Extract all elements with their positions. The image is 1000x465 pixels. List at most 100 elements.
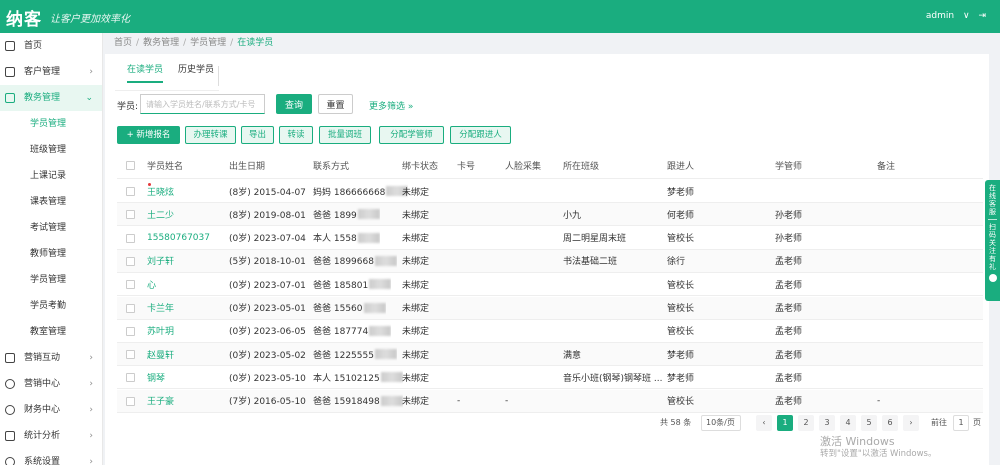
sidebar-item-7[interactable]: 系统设置 › xyxy=(0,449,102,465)
sidebar-item-0[interactable]: 首页 xyxy=(0,33,102,59)
user-menu[interactable]: admin ∨ ⇥ xyxy=(920,11,986,21)
cell-name[interactable]: 心 xyxy=(147,278,156,291)
page-6-button[interactable]: 6 xyxy=(882,415,898,431)
tab-current-students[interactable]: 在读学员 xyxy=(127,62,164,83)
cell-bind: 未绑定 xyxy=(402,234,430,245)
follow-gift-label[interactable]: 扫码关注有礼 xyxy=(985,223,1000,271)
cell[interactable]: 赵曼轩 xyxy=(147,343,174,365)
table-row[interactable]: 钢琴 (0岁) 2023-05-10 本人 15102125 未绑定 音乐小班(钢琴)钢… xyxy=(117,366,983,390)
cell-name[interactable]: 苏叶玥 xyxy=(147,324,174,337)
sidebar-subitem-5[interactable]: 教师管理 xyxy=(0,241,102,267)
table-row[interactable]: 心 (0岁) 2023-07-01 爸爸 185801 未绑定 管校长 孟老师 xyxy=(117,273,983,297)
cell[interactable]: 15580767037 xyxy=(147,227,210,249)
username[interactable]: admin xyxy=(926,11,954,21)
page-4-button[interactable]: 4 xyxy=(840,415,856,431)
cell-name[interactable]: 刘子轩 xyxy=(147,254,174,267)
add-enrollment-button[interactable]: + 新增报名 xyxy=(117,126,180,144)
cell-class: 周二明星周末班 xyxy=(563,234,627,245)
cell[interactable]: 心 xyxy=(147,273,156,295)
row-checkbox[interactable] xyxy=(126,350,135,360)
cell[interactable]: 土二少 xyxy=(147,203,174,225)
cell[interactable]: 苏叶玥 xyxy=(147,320,174,342)
batch-class-button[interactable]: 批量调班 xyxy=(319,126,371,144)
online-service-label[interactable]: 在线客服 xyxy=(985,184,1000,216)
row-checkbox[interactable] xyxy=(126,210,135,220)
sidebar-subitem-1[interactable]: 班级管理 xyxy=(0,137,102,163)
column-header: 绑卡状态 xyxy=(402,161,439,172)
export-button[interactable]: 导出 xyxy=(241,126,274,144)
sidebar-subitem-6[interactable]: 学员管理 xyxy=(0,267,102,293)
cell[interactable]: 钢琴 xyxy=(147,366,165,388)
exit-icon[interactable]: ⇥ xyxy=(978,11,986,21)
more-filter-link[interactable]: 更多筛选 » xyxy=(369,99,413,112)
table-row[interactable]: 苏叶玥 (0岁) 2023-06-05 爸爸 187774 未绑定 管校长 孟老师 xyxy=(117,320,983,343)
table-row[interactable]: 卡兰年 (0岁) 2023-05-01 爸爸 15560 未绑定 管校长 孟老师 xyxy=(117,296,983,320)
row-checkbox[interactable] xyxy=(126,396,135,406)
row-checkbox[interactable] xyxy=(126,187,135,196)
sidebar-item-4[interactable]: 营销中心 › xyxy=(0,371,102,397)
next-page-button[interactable]: › xyxy=(903,415,919,431)
cell-birth: (8岁) 2015-04-07 xyxy=(229,187,306,198)
table-row[interactable]: 王晓炫 (8岁) 2015-04-07 妈妈 186666668 未绑定 梦老师 xyxy=(117,180,983,203)
cell-name[interactable]: 15580767037 xyxy=(147,233,210,243)
sidebar-subitem-4[interactable]: 考试管理 xyxy=(0,215,102,241)
row-checkbox[interactable] xyxy=(126,256,135,266)
page-5-button[interactable]: 5 xyxy=(861,415,877,431)
cell-name[interactable]: 土二少 xyxy=(147,208,174,221)
row-checkbox[interactable] xyxy=(126,280,135,290)
table-row[interactable]: 王子豪 (7岁) 2016-05-10 爸爸 15918498 未绑定 - - 管校长 孟老师… xyxy=(117,389,983,413)
tab-history-students[interactable]: 历史学员 xyxy=(178,62,214,75)
page-3-button[interactable]: 3 xyxy=(819,415,835,431)
reset-button[interactable]: 重置 xyxy=(318,94,353,114)
query-button[interactable]: 查询 xyxy=(276,94,312,114)
floating-service-panel[interactable]: 在线客服 扫码关注有礼 xyxy=(985,180,1000,301)
breadcrumb-item[interactable]: 首页 xyxy=(114,38,132,48)
cell[interactable]: 王晓炫 xyxy=(147,180,174,202)
page-1-button[interactable]: 1 xyxy=(777,415,793,431)
sidebar-item-2[interactable]: 教务管理 ⌄ xyxy=(0,85,102,111)
row-checkbox[interactable] xyxy=(126,326,135,336)
table-row[interactable]: 15580767037 (0岁) 2023-07-04 本人 1558 未绑定 周二明星… xyxy=(117,227,983,250)
page-2-button[interactable]: 2 xyxy=(798,415,814,431)
sidebar-subitem-0[interactable]: 学员管理 xyxy=(0,111,102,137)
cell: 爸爸 15918498 xyxy=(313,390,403,412)
assign-manager-button[interactable]: 分配学管师 xyxy=(379,126,444,144)
row-checkbox[interactable] xyxy=(126,303,135,313)
transfer-course-button[interactable]: 办理转课 xyxy=(185,126,236,144)
circle-icon[interactable] xyxy=(988,274,997,282)
sidebar-subitem-3[interactable]: 课表管理 xyxy=(0,189,102,215)
prev-page-button[interactable]: ‹ xyxy=(756,415,772,431)
cell[interactable]: 刘子轩 xyxy=(147,250,174,272)
breadcrumb-item[interactable]: 教务管理 xyxy=(143,38,179,48)
sidebar-subitem-8[interactable]: 教室管理 xyxy=(0,319,102,345)
chevron-down-icon[interactable]: ∨ xyxy=(963,11,970,21)
sidebar-item-1[interactable]: 客户管理 › xyxy=(0,59,102,85)
page-jump-input[interactable]: 1 xyxy=(953,415,969,431)
breadcrumb-item[interactable]: 学员管理 xyxy=(190,38,226,48)
cell: 梦老师 xyxy=(667,366,694,388)
transfer-read-button[interactable]: 转读 xyxy=(279,126,313,144)
row-checkbox[interactable] xyxy=(126,233,135,243)
select-all-checkbox[interactable] xyxy=(126,161,135,170)
cell-name[interactable]: 王晓炫 xyxy=(147,185,174,198)
cell-name[interactable]: 钢琴 xyxy=(147,371,165,384)
assign-follower-button[interactable]: 分配跟进人 xyxy=(450,126,511,144)
cell[interactable]: 卡兰年 xyxy=(147,297,174,319)
table-row[interactable]: 土二少 (8岁) 2019-08-01 爸爸 1899 未绑定 小九 何老师 孙老师 xyxy=(117,203,983,227)
sidebar-subitem-7[interactable]: 学员考勤 xyxy=(0,293,102,319)
redacted-blur xyxy=(374,255,397,266)
row-checkbox[interactable] xyxy=(126,373,135,383)
sidebar-item-5[interactable]: 财务中心 › xyxy=(0,397,102,423)
cell-name[interactable]: 赵曼轩 xyxy=(147,348,174,361)
page-size-select[interactable]: 10条/页 xyxy=(701,415,741,431)
table-row[interactable]: 刘子轩 (5岁) 2018-10-01 爸爸 1899668 未绑定 书法基础二班 徐行 孟… xyxy=(117,249,983,273)
search-input[interactable] xyxy=(140,94,265,114)
sidebar-item-6[interactable]: 统计分析 › xyxy=(0,423,102,449)
cell-face: - xyxy=(505,395,509,406)
cell[interactable]: 王子豪 xyxy=(147,390,174,412)
cell-name[interactable]: 卡兰年 xyxy=(147,301,174,314)
cell-name[interactable]: 王子豪 xyxy=(147,394,174,407)
sidebar-item-3[interactable]: 营销互动 › xyxy=(0,345,102,371)
sidebar-subitem-2[interactable]: 上课记录 xyxy=(0,163,102,189)
table-row[interactable]: 赵曼轩 (0岁) 2023-05-02 爸爸 1225555 未绑定 满意 梦老师 孟老师 xyxy=(117,343,983,367)
